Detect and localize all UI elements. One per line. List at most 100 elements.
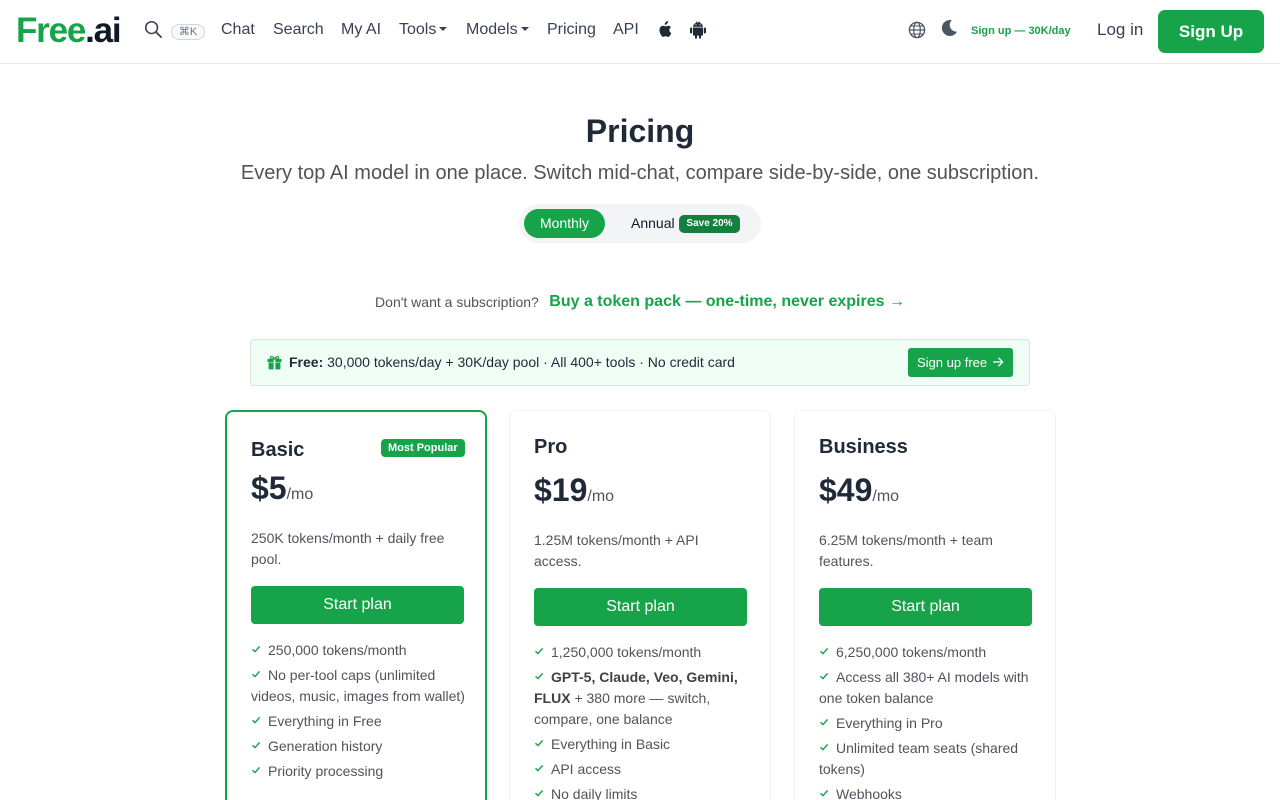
check-icon: [820, 718, 829, 726]
plan-price: $49/mo: [819, 472, 899, 515]
price-amount: $5: [251, 470, 287, 506]
token-pack-line: Don't want a subscription? Buy a token p…: [0, 293, 1280, 311]
page-subtitle: Every top AI model in one place. Switch …: [240, 162, 1040, 184]
token-pack-link-label: Buy a token pack — one-time, never expir…: [549, 293, 885, 310]
price-period: /mo: [286, 486, 314, 503]
search-icon[interactable]: [144, 20, 164, 40]
logo[interactable]: Free.ai: [16, 10, 122, 52]
check-icon: [820, 789, 829, 797]
feature-item: Access all 380+ AI models with one token…: [819, 667, 1034, 709]
nav-models[interactable]: Models: [466, 20, 529, 40]
start-plan-button[interactable]: Start plan: [251, 586, 464, 624]
feature-text: Everything in Basic: [551, 736, 671, 752]
feature-item: 250,000 tokens/month: [251, 640, 466, 661]
toggle-annual[interactable]: Annual: [631, 215, 675, 232]
feature-text: Priority processing: [268, 763, 384, 779]
check-icon: [252, 741, 261, 749]
price-amount: $19: [534, 472, 588, 508]
apple-icon[interactable]: [657, 21, 672, 43]
feature-item: Everything in Free: [251, 711, 466, 732]
feature-item: Webhooks: [819, 784, 1034, 800]
logo-ai: .ai: [85, 11, 122, 50]
nav-tools[interactable]: Tools: [399, 20, 448, 40]
feature-item: No per-tool caps (unlimited videos, musi…: [251, 665, 466, 707]
chevron-down-icon: [520, 26, 529, 31]
price-period: /mo: [872, 488, 900, 505]
logo-free: Free: [16, 11, 86, 50]
check-icon: [535, 739, 544, 747]
feature-item: GPT-5, Claude, Veo, Gemini, FLUX + 380 m…: [534, 667, 749, 730]
save-badge: Save 20%: [679, 215, 740, 233]
token-pack-question: Don't want a subscription?: [375, 294, 539, 310]
check-icon: [535, 672, 544, 680]
nav-chat[interactable]: Chat: [221, 20, 255, 40]
start-plan-button[interactable]: Start plan: [819, 588, 1032, 626]
billing-toggle: Monthly Annual Save 20%: [519, 204, 761, 243]
nav-search[interactable]: Search: [273, 20, 324, 40]
arrow-right-icon: [993, 357, 1004, 367]
feature-text: No daily limits: [551, 786, 638, 800]
moon-icon[interactable]: [940, 19, 958, 43]
gift-icon: [267, 355, 282, 375]
feature-item: 6,250,000 tokens/month: [819, 642, 1034, 663]
signup-promo-note[interactable]: Sign up — 30K/day: [971, 24, 1071, 38]
plan-price: $5/mo: [251, 470, 313, 513]
signup-free-label: Sign up free: [917, 355, 988, 370]
feature-text: API access: [551, 761, 622, 777]
check-icon: [252, 670, 261, 678]
search-shortcut: ⌘K: [171, 24, 205, 40]
toggle-monthly[interactable]: Monthly: [524, 209, 605, 238]
plan-description: 250K tokens/month + daily free pool.: [251, 530, 445, 567]
plan-name: Business: [819, 436, 908, 458]
check-icon: [252, 766, 261, 774]
check-icon: [535, 764, 544, 772]
nav-my-ai[interactable]: My AI: [341, 20, 381, 40]
check-icon: [252, 645, 261, 653]
plan-name: Basic: [251, 439, 305, 461]
signup-button[interactable]: Sign Up: [1158, 10, 1264, 53]
feature-text: Everything in Pro: [836, 715, 943, 731]
feature-list: 6,250,000 tokens/month Access all 380+ A…: [819, 642, 1034, 800]
plan-name: Pro: [534, 436, 568, 458]
plan-card-pro: Pro $19/mo 1.25M tokens/month + API acce…: [509, 410, 771, 800]
nav-models-label: Models: [466, 21, 518, 38]
feature-item: Generation history: [251, 736, 466, 757]
most-popular-badge: Most Popular: [381, 439, 465, 457]
start-plan-button[interactable]: Start plan: [534, 588, 747, 626]
feature-item: API access: [534, 759, 749, 780]
nav-tools-label: Tools: [399, 21, 437, 38]
navbar: Free.ai ⌘K Chat Search My AI Tools Model…: [0, 0, 1280, 64]
free-tier-banner: Free: 30,000 tokens/day + 30K/day pool ·…: [250, 339, 1030, 386]
feature-item: No daily limits: [534, 784, 749, 800]
plan-card-business: Business $49/mo 6.25M tokens/month + tea…: [794, 410, 1056, 800]
nav-api[interactable]: API: [613, 20, 639, 40]
feature-text: Generation history: [268, 738, 383, 754]
feature-item: Everything in Pro: [819, 713, 1034, 734]
check-icon: [252, 716, 261, 724]
feature-text: No per-tool caps (unlimited videos, musi…: [251, 667, 465, 704]
login-link[interactable]: Log in: [1097, 20, 1143, 40]
free-tier-label: Free:: [289, 354, 324, 370]
nav-pricing[interactable]: Pricing: [547, 20, 596, 40]
free-tier-details: 30,000 tokens/day + 30K/day pool · All 4…: [327, 354, 735, 370]
arrow-right-icon: →: [888, 293, 905, 310]
feature-text: 250,000 tokens/month: [268, 642, 407, 658]
feature-text: Webhooks: [836, 786, 902, 800]
signup-free-button[interactable]: Sign up free: [908, 348, 1013, 377]
android-icon[interactable]: [690, 21, 706, 44]
plan-price: $19/mo: [534, 472, 614, 515]
globe-icon[interactable]: [908, 21, 926, 44]
check-icon: [820, 647, 829, 655]
price-period: /mo: [587, 488, 615, 505]
feature-text: 1,250,000 tokens/month: [551, 644, 702, 660]
feature-text: Access all 380+ AI models with one token…: [819, 669, 1029, 706]
feature-item: Priority processing: [251, 761, 466, 782]
check-icon: [820, 743, 829, 751]
free-tier-text: Free: 30,000 tokens/day + 30K/day pool ·…: [289, 354, 735, 371]
check-icon: [820, 672, 829, 680]
feature-text: 6,250,000 tokens/month: [836, 644, 987, 660]
check-icon: [535, 789, 544, 797]
feature-item: Unlimited team seats (shared tokens): [819, 738, 1034, 780]
price-amount: $49: [819, 472, 873, 508]
token-pack-link[interactable]: Buy a token pack — one-time, never expir…: [549, 293, 905, 310]
